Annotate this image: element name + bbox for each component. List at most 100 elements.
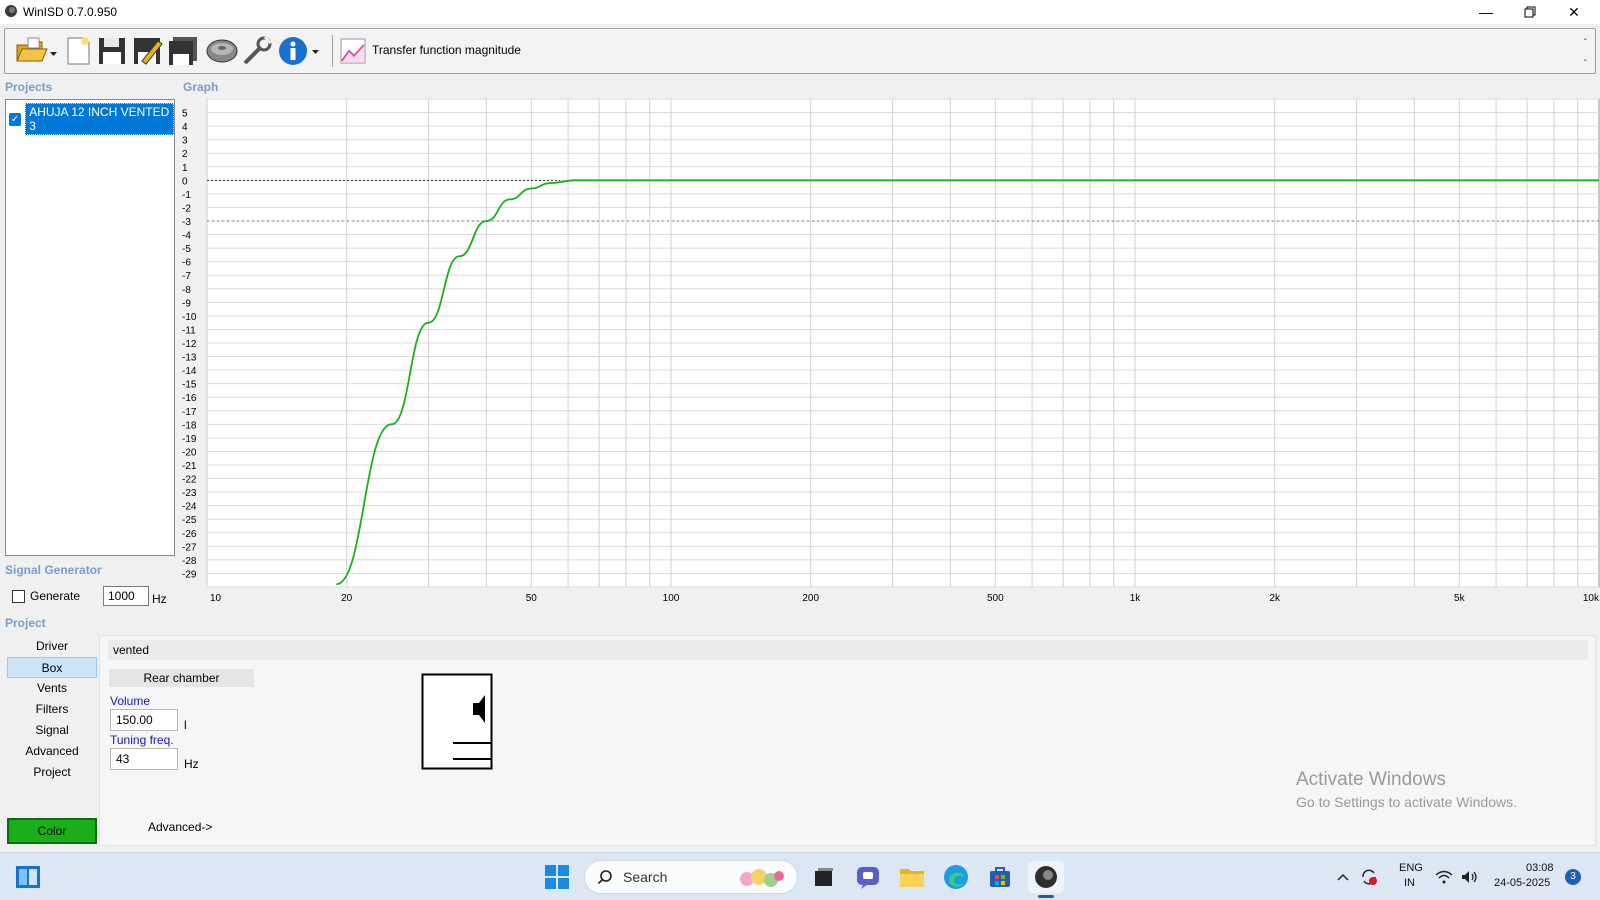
generator-unit: Hz: [152, 592, 167, 606]
generate-option[interactable]: Generate: [12, 589, 80, 603]
y-tick-label: -29: [182, 569, 197, 580]
y-tick-label: -4: [182, 231, 191, 242]
task-view-button[interactable]: [808, 861, 840, 893]
floppy-disk-icon: [99, 38, 125, 64]
sync-alert-icon: [1362, 869, 1377, 885]
graph-type-button[interactable]: [338, 33, 368, 69]
region-indicator[interactable]: IN: [1404, 877, 1415, 889]
graph-type-label[interactable]: Transfer function magnitude: [372, 43, 521, 57]
store-button[interactable]: [984, 861, 1016, 893]
y-tick-label: -17: [182, 407, 197, 418]
save-all-button[interactable]: [167, 33, 199, 69]
open-project-button[interactable]: [13, 33, 59, 69]
projects-label: Projects: [5, 80, 53, 94]
y-tick-label: -15: [182, 380, 197, 391]
edge-button[interactable]: [940, 861, 972, 893]
x-tick-label: 2k: [1269, 593, 1281, 604]
driver-editor-button[interactable]: [205, 33, 239, 69]
generator-frequency-input[interactable]: 1000: [103, 586, 149, 606]
project-checkbox[interactable]: ✓: [9, 112, 22, 126]
x-tick-label: 10: [210, 593, 222, 604]
y-tick-label: -6: [182, 258, 191, 269]
windows-logo-icon: [545, 865, 569, 889]
clock-date[interactable]: 24-05-2025: [1494, 877, 1550, 889]
volume-input[interactable]: 150.00: [110, 709, 178, 731]
active-indicator: [1038, 895, 1054, 898]
clock-time[interactable]: 03:08: [1526, 862, 1554, 874]
show-hidden-icons-button[interactable]: [1334, 861, 1352, 893]
volume-button[interactable]: [1460, 861, 1480, 893]
projects-list[interactable]: ✓ AHUJA 12 INCH VENTED 3: [5, 99, 175, 556]
project-name[interactable]: AHUJA 12 INCH VENTED 3: [25, 103, 174, 135]
y-tick-label: 2: [182, 149, 188, 160]
nav-advanced[interactable]: Advanced: [7, 741, 97, 762]
y-tick-label: 3: [182, 136, 188, 147]
open-folder-icon: [16, 37, 57, 62]
project-item[interactable]: ✓ AHUJA 12 INCH VENTED 3: [9, 103, 174, 135]
language-indicator[interactable]: ENG: [1399, 862, 1423, 874]
wrench-icon: [243, 35, 273, 65]
winisd-taskbar-button[interactable]: [1028, 861, 1064, 898]
toolbar-grip-top: -: [1583, 34, 1587, 45]
notification-badge[interactable]: 3: [1565, 869, 1581, 885]
rear-chamber-tab[interactable]: Rear chamber: [109, 669, 254, 687]
save-button[interactable]: [97, 33, 127, 69]
wifi-button[interactable]: [1434, 861, 1454, 893]
y-tick-label: -23: [182, 488, 197, 499]
y-tick-label: -18: [182, 420, 197, 431]
wifi-icon: [1435, 870, 1453, 884]
x-tick-label: 5k: [1454, 593, 1466, 604]
y-tick-label: -9: [182, 298, 191, 309]
nav-filters[interactable]: Filters: [7, 699, 97, 720]
floppy-pencil-icon: [134, 38, 163, 65]
title-bar: WinISD 0.7.0.950 — ✕: [0, 0, 1600, 24]
generate-checkbox[interactable]: [12, 589, 25, 603]
nav-signal[interactable]: Signal: [7, 720, 97, 741]
multiple-floppies-icon: [169, 37, 197, 65]
close-button[interactable]: ✕: [1552, 0, 1596, 24]
y-tick-label: -21: [182, 461, 197, 472]
start-button[interactable]: [541, 861, 573, 893]
vented-box-diagram: [421, 673, 493, 770]
generate-label[interactable]: Generate: [30, 589, 80, 603]
winisd-app-icon: [1035, 866, 1057, 888]
advanced-link[interactable]: Advanced->: [148, 820, 212, 834]
y-tick-label: -3: [182, 217, 191, 228]
nav-project[interactable]: Project: [7, 762, 97, 783]
widgets-icon: [16, 866, 40, 888]
edge-icon: [944, 865, 968, 889]
window-title: WinISD 0.7.0.950: [23, 5, 118, 19]
activate-windows-subtitle: Go to Settings to activate Windows.: [1296, 794, 1517, 810]
tools-button[interactable]: [241, 33, 275, 69]
y-tick-label: 1: [182, 163, 188, 174]
x-tick-label: 100: [663, 593, 680, 604]
nav-box[interactable]: Box: [7, 657, 97, 678]
teams-chat-button[interactable]: [852, 861, 884, 893]
tuning-label: Tuning freq.: [110, 733, 174, 747]
project-section-label: Project: [5, 616, 46, 630]
folder-icon: [900, 869, 924, 887]
new-project-button[interactable]: [63, 33, 93, 69]
info-button[interactable]: [277, 33, 323, 69]
nav-vents[interactable]: Vents: [7, 678, 97, 699]
y-tick-label: -5: [182, 244, 191, 255]
toolbar-separator: [332, 35, 333, 67]
file-explorer-button[interactable]: [896, 861, 928, 893]
restore-button[interactable]: [1508, 0, 1552, 24]
search-placeholder: Search: [623, 869, 668, 885]
taskbar-search[interactable]: Search: [584, 860, 798, 894]
y-tick-label: -12: [182, 339, 197, 350]
sync-status-button[interactable]: [1358, 861, 1380, 893]
nav-driver[interactable]: Driver: [7, 636, 97, 657]
widgets-button[interactable]: [12, 861, 44, 893]
transfer-function-graph[interactable]: 543210-1-2-3-4-5-6-7-8-9-10-11-12-13-14-…: [180, 96, 1600, 616]
box-type-dropdown[interactable]: vented: [108, 640, 1588, 660]
x-tick-label: 10k: [1583, 593, 1600, 604]
tuning-input[interactable]: 43: [110, 748, 178, 770]
toolbar-grip-bottom: -: [1583, 55, 1587, 66]
taskbar: Search ENG IN 03:08 24-05-2025 3: [0, 852, 1600, 900]
color-button[interactable]: Color: [7, 818, 97, 844]
minimize-button[interactable]: —: [1464, 0, 1508, 24]
y-tick-label: -11: [182, 325, 196, 336]
save-as-button[interactable]: [132, 33, 164, 69]
